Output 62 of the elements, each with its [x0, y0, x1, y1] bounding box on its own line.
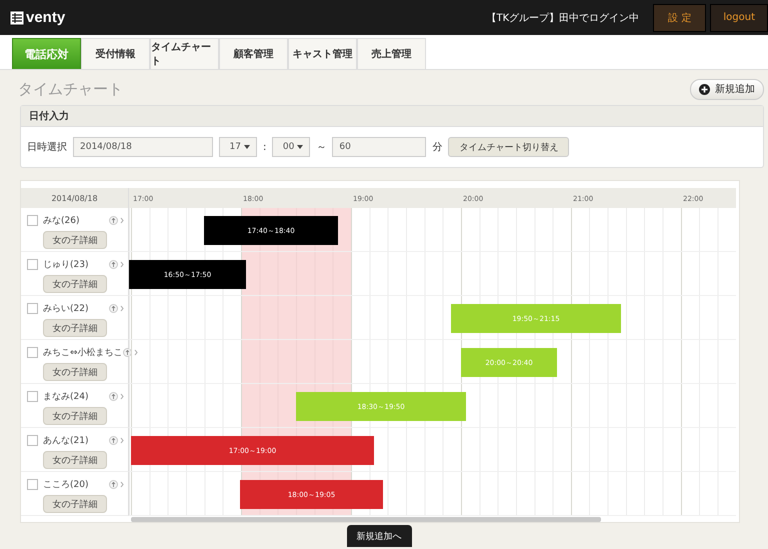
cast-name[interactable]: こころ(20) — [43, 478, 109, 490]
range-separator: ～ — [316, 141, 326, 154]
grid-icon — [10, 10, 24, 24]
chevron-right-icon — [120, 436, 124, 444]
cast-detail-button[interactable]: 女の子詳細 — [43, 363, 107, 381]
logo-text: venty — [26, 9, 66, 26]
checkbox[interactable] — [27, 478, 38, 490]
cast-detail-button[interactable]: 女の子詳細 — [43, 451, 107, 469]
cast-name[interactable]: まなみ(24) — [43, 390, 109, 402]
cast-name[interactable]: あんな(21) — [43, 434, 109, 446]
chevron-right-icon — [120, 216, 124, 224]
horizontal-scrollbar[interactable] — [131, 517, 601, 522]
settings-button[interactable]: 設 定 — [653, 4, 706, 32]
duration-field[interactable]: 60 — [332, 137, 426, 157]
page-title: タイムチャート — [18, 80, 123, 98]
cast-detail-button[interactable]: 女の子詳細 — [43, 275, 107, 293]
minutes-unit: 分 — [432, 141, 442, 154]
login-status: 【TKグループ】田中でログイン中 — [486, 12, 640, 24]
up-arrow-icon — [109, 436, 118, 444]
caret-icon — [297, 145, 304, 149]
date-field[interactable]: 2014/08/18 — [73, 137, 213, 157]
chart-date: 2014/08/18 — [21, 188, 129, 208]
cast-detail-button[interactable]: 女の子詳細 — [43, 407, 107, 425]
minute-select[interactable]: 00 — [272, 137, 310, 157]
chevron-right-icon — [134, 348, 138, 356]
checkbox[interactable] — [27, 258, 38, 270]
up-arrow-icon — [109, 216, 118, 224]
hour-select[interactable]: 17 — [219, 137, 257, 157]
checkbox[interactable] — [27, 390, 38, 402]
nav-tab[interactable]: タイムチャート — [150, 38, 219, 69]
checkbox[interactable] — [27, 434, 38, 446]
cast-detail-button[interactable]: 女の子詳細 — [43, 319, 107, 337]
up-arrow-icon — [109, 260, 118, 268]
cast-name[interactable]: みちこ⇔小松まちこ — [43, 346, 123, 358]
nav-tab[interactable]: 受付情報 — [81, 38, 150, 69]
cast-detail-button[interactable]: 女の子詳細 — [43, 231, 107, 249]
cast-detail-button[interactable]: 女の子詳細 — [43, 495, 107, 513]
time-separator: : — [263, 142, 266, 152]
cast-name[interactable]: みらい(22) — [43, 302, 109, 314]
logout-button[interactable]: logout — [710, 4, 768, 32]
date-label: 日時選択 — [27, 140, 67, 154]
chevron-right-icon — [120, 304, 124, 312]
cast-name[interactable]: じゅり(23) — [43, 258, 109, 270]
nav-tab[interactable]: キャスト管理 — [288, 38, 357, 69]
cast-name[interactable]: みな(26) — [43, 214, 109, 226]
checkbox[interactable] — [27, 302, 38, 314]
switch-chart-button[interactable]: タイムチャート切り替え — [448, 137, 570, 157]
nav-tab[interactable]: 顧客管理 — [219, 38, 288, 69]
checkbox[interactable] — [27, 214, 38, 226]
nav-tab[interactable]: 売上管理 — [357, 38, 426, 69]
up-arrow-icon — [109, 480, 118, 488]
add-new-button[interactable]: 新規追加 — [690, 78, 764, 100]
panel-title: 日付入力 — [29, 110, 69, 123]
plus-icon — [699, 84, 710, 94]
up-arrow-icon — [109, 304, 118, 312]
chevron-right-icon — [120, 480, 124, 488]
checkbox[interactable] — [27, 346, 38, 358]
caret-icon — [244, 145, 250, 149]
chevron-right-icon — [120, 392, 124, 400]
chevron-right-icon — [120, 260, 124, 268]
add-new-footer-button[interactable]: 新規追加へ — [346, 525, 412, 547]
up-arrow-icon — [109, 392, 118, 400]
